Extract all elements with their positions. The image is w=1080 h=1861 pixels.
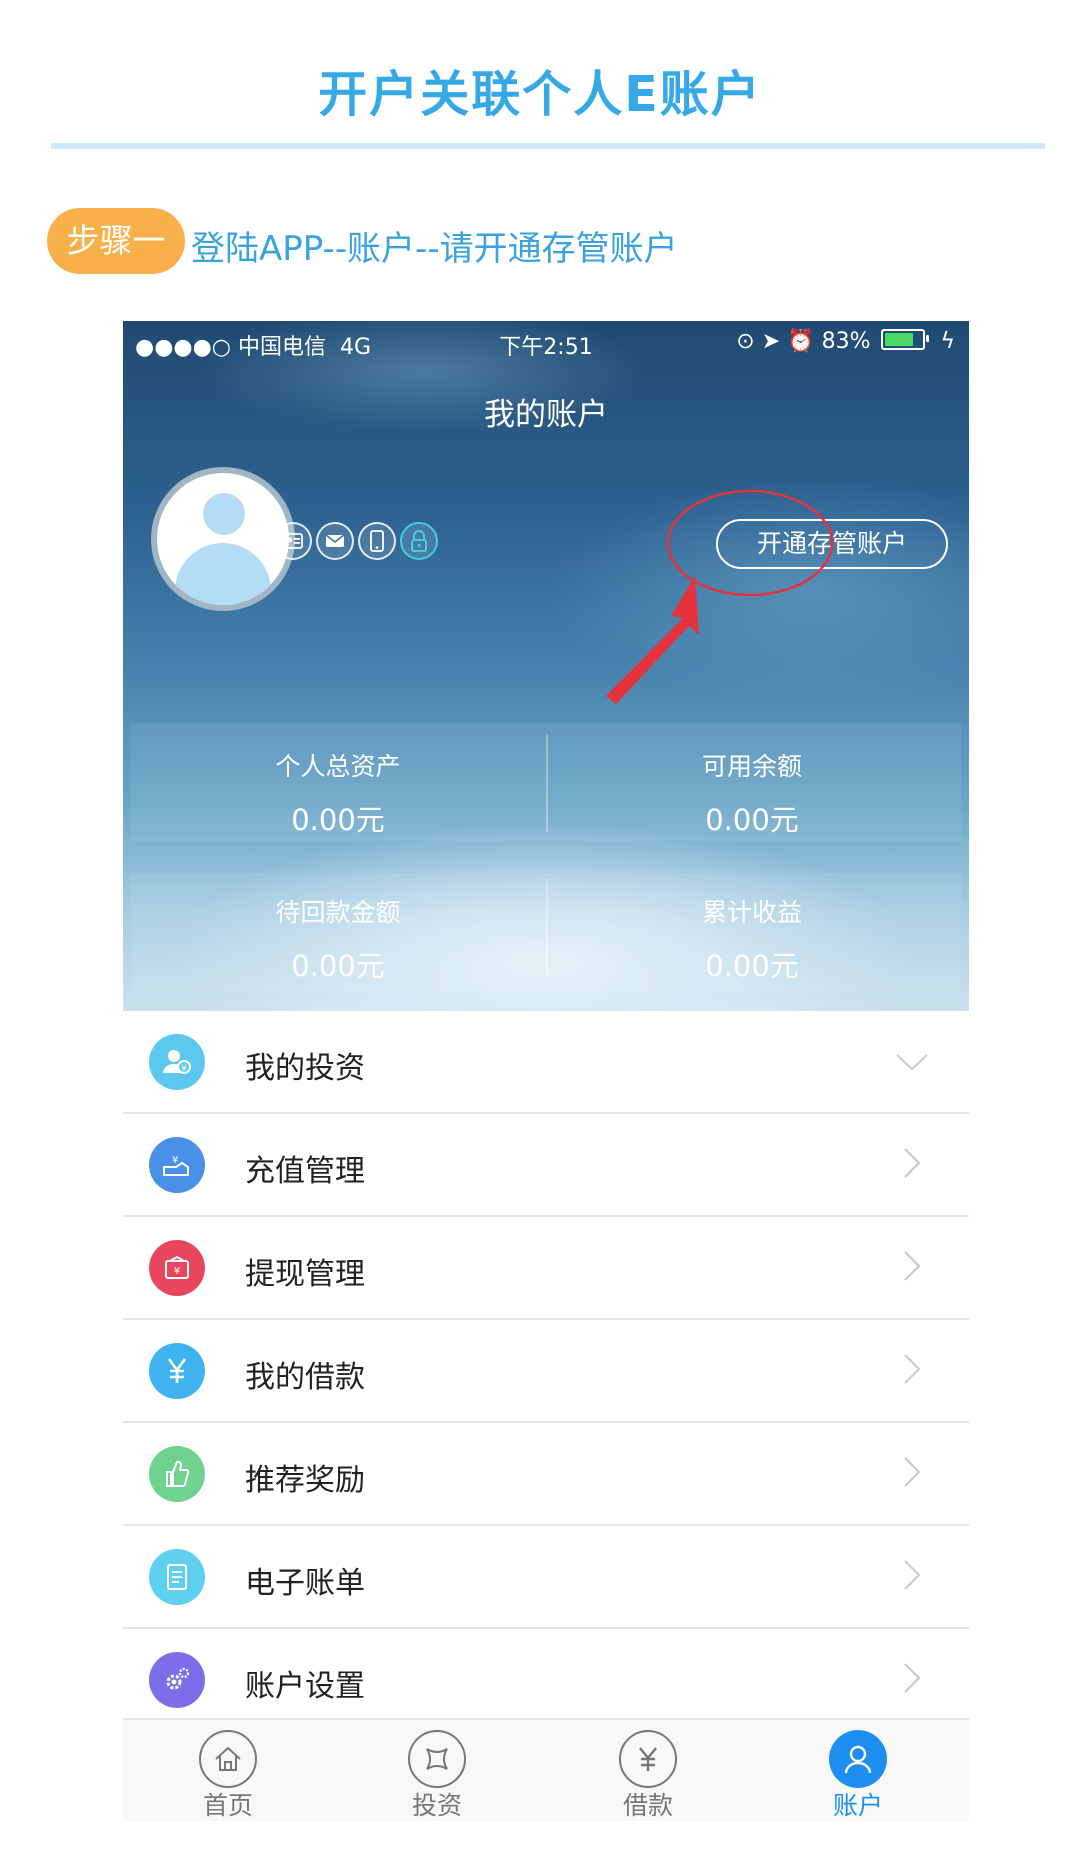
investor-icon: ¥	[149, 1034, 205, 1090]
stats-divider-bottom	[546, 879, 548, 976]
svg-text:¥: ¥	[174, 1266, 180, 1277]
user-icon	[829, 1730, 887, 1788]
thumbs-up-icon	[149, 1446, 205, 1502]
stat-label: 累计收益	[701, 898, 802, 927]
wallet-icon: ¥	[149, 1240, 205, 1296]
tab-invest[interactable]: 投资	[387, 1730, 487, 1821]
stat-value: 0.00元	[705, 803, 799, 837]
stat-label: 可用余额	[701, 752, 802, 781]
menu-label: 提现管理	[245, 1257, 365, 1292]
gear-icon	[149, 1652, 205, 1708]
stat-value: 0.00元	[291, 803, 385, 837]
menu-item-my-investment[interactable]: ¥ 我的投资	[123, 1011, 969, 1114]
menu-label: 我的投资	[245, 1051, 365, 1086]
stat-total-assets: 个人总资产 0.00元	[168, 747, 508, 839]
stat-label: 待回款金额	[275, 898, 401, 927]
tab-account[interactable]: 账户	[808, 1730, 908, 1821]
chevron-down-icon	[896, 1054, 928, 1071]
recharge-icon: ¥	[149, 1137, 205, 1193]
menu-item-e-bill[interactable]: 电子账单	[123, 1526, 969, 1629]
yuan-icon	[619, 1730, 677, 1788]
menu-item-account-settings[interactable]: 账户设置	[123, 1629, 969, 1732]
stat-cumulative-earnings: 累计收益 0.00元	[582, 893, 922, 985]
invest-icon	[408, 1730, 466, 1788]
bill-icon	[149, 1549, 205, 1605]
account-hero: ●●●●○ 中国电信 4G 下午2:51 ⊙ ➤ ⏰ 83% ϟ 我的账户 开通…	[123, 321, 969, 1011]
tab-label: 首页	[202, 1791, 253, 1820]
chevron-right-icon	[904, 1663, 921, 1693]
stats-divider-top	[546, 735, 548, 832]
tab-label: 借款	[622, 1791, 673, 1820]
menu-item-recharge[interactable]: ¥ 充值管理	[123, 1114, 969, 1217]
yuan-icon	[149, 1343, 205, 1399]
svg-text:¥: ¥	[181, 1064, 187, 1074]
step-instruction: 登陆APP--账户--请开通存管账户	[191, 229, 678, 269]
chevron-right-icon	[904, 1354, 921, 1384]
tab-home[interactable]: 首页	[178, 1730, 278, 1821]
chevron-right-icon	[904, 1251, 921, 1281]
stat-label: 个人总资产	[275, 752, 401, 781]
menu-label: 推荐奖励	[245, 1463, 365, 1498]
menu-label: 电子账单	[245, 1566, 365, 1601]
chevron-right-icon	[904, 1560, 921, 1590]
menu-item-withdraw[interactable]: ¥ 提现管理	[123, 1217, 969, 1320]
menu-item-referral-rewards[interactable]: 推荐奖励	[123, 1423, 969, 1526]
stat-value: 0.00元	[705, 949, 799, 983]
home-icon	[199, 1730, 257, 1788]
title-rule	[51, 143, 1045, 149]
tab-label: 账户	[832, 1791, 883, 1820]
stat-available-balance: 可用余额 0.00元	[582, 747, 922, 839]
chevron-right-icon	[904, 1457, 921, 1487]
stat-value: 0.00元	[291, 949, 385, 983]
menu-label: 充值管理	[245, 1154, 365, 1189]
stat-pending-repayment: 待回款金额 0.00元	[168, 893, 508, 985]
menu-label: 我的借款	[245, 1360, 365, 1395]
phone-screenshot: ●●●●○ 中国电信 4G 下午2:51 ⊙ ➤ ⏰ 83% ϟ 我的账户 开通…	[123, 321, 969, 1821]
menu-item-my-loans[interactable]: 我的借款	[123, 1320, 969, 1423]
annotation-arrow	[606, 576, 699, 704]
tab-loan[interactable]: 借款	[598, 1730, 698, 1821]
annotation-overlay	[606, 489, 834, 704]
menu-label: 账户设置	[245, 1669, 365, 1704]
account-menu: ¥ 我的投资 ¥ 充值管理 ¥ 提现管理 我的借款 推荐奖励 电子账单 账户设置	[123, 1011, 969, 1732]
step-badge: 步骤一	[47, 208, 185, 274]
svg-text:¥: ¥	[172, 1155, 178, 1166]
tab-label: 投资	[411, 1791, 462, 1820]
tab-bar: 首页 投资 借款 账户	[123, 1718, 969, 1821]
annotation-circle	[666, 489, 834, 597]
doc-title: 开户关联个人E账户	[318, 66, 762, 123]
chevron-right-icon	[904, 1148, 921, 1178]
